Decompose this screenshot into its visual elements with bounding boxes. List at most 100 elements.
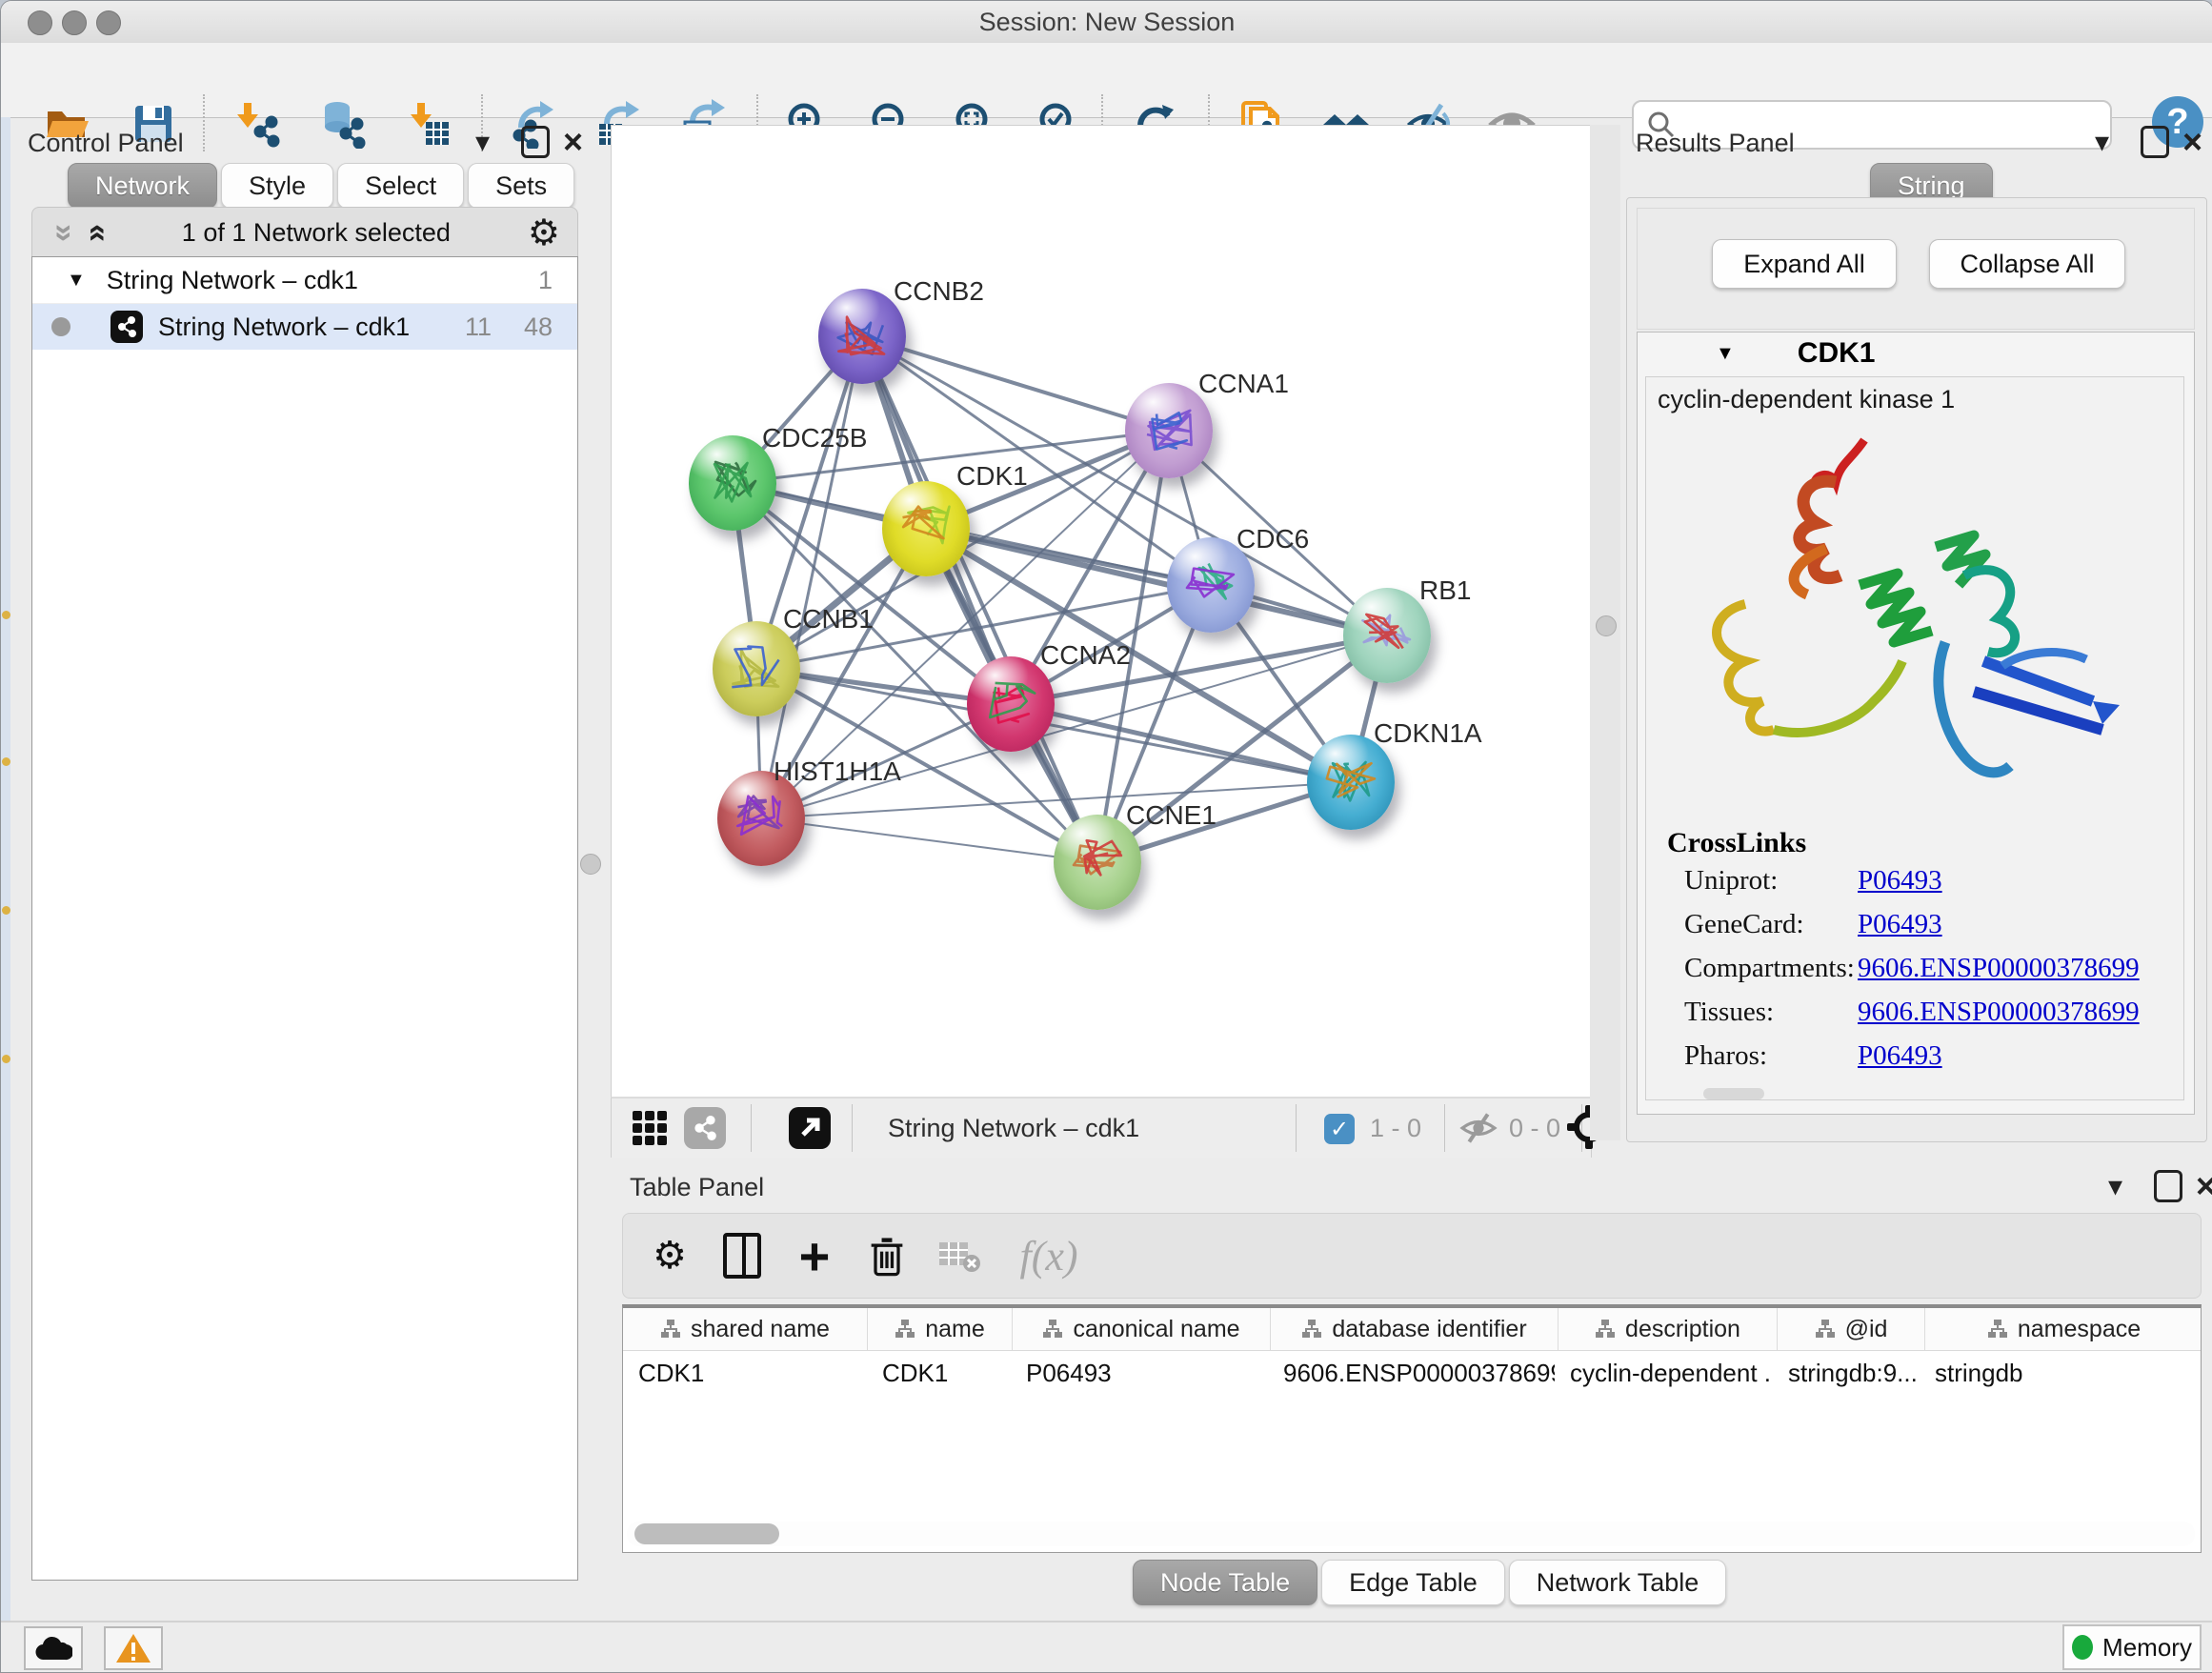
edge-CCNA2-CDKN1A[interactable]	[1011, 704, 1351, 782]
hscrollbar-thumb[interactable]	[634, 1523, 779, 1544]
open-in-new-window-button[interactable]	[789, 1107, 831, 1149]
tab-network[interactable]: Network	[68, 163, 217, 209]
column-header-name[interactable]: name	[868, 1308, 1013, 1350]
table-panel-title: Table Panel	[630, 1173, 764, 1202]
memory-button[interactable]: Memory	[2062, 1624, 2202, 1670]
network-share-button[interactable]	[684, 1107, 726, 1149]
sliver-dot	[2, 1055, 10, 1063]
network-node-CDK1[interactable]	[882, 481, 970, 576]
memory-label: Memory	[2102, 1633, 2192, 1663]
cloud-status-button[interactable]	[24, 1626, 83, 1670]
expand-all-button[interactable]: Expand All	[1712, 239, 1897, 289]
protein-structure-thumbnail	[713, 621, 800, 716]
node-table[interactable]: shared namenamecanonical namedatabase id…	[622, 1304, 2202, 1553]
network-collection-label: String Network – cdk1	[107, 266, 358, 295]
table-panel-float-button[interactable]	[2154, 1169, 2182, 1203]
table-cell[interactable]: CDK1	[623, 1351, 867, 1395]
collapse-all-button[interactable]: Collapse All	[1929, 239, 2125, 289]
table-panel-menu-button[interactable]: ▾	[2108, 1169, 2122, 1203]
share-icon	[684, 1107, 726, 1149]
column-header-label: @id	[1845, 1316, 1888, 1343]
grid-view-button[interactable]	[629, 1107, 671, 1149]
section-expander-icon[interactable]: ▼	[1716, 343, 1735, 365]
protein-structure-thumbnail	[1307, 735, 1395, 830]
protein-structure-thumbnail	[1343, 588, 1431, 683]
right-splitter-handle[interactable]	[1596, 615, 1617, 636]
results-panel-close-button[interactable]: ×	[2182, 125, 2202, 159]
crosslink-link[interactable]: P06493	[1858, 909, 1942, 953]
crosslink-link[interactable]: P06493	[1858, 1040, 1942, 1084]
tab-network-table[interactable]: Network Table	[1509, 1560, 1727, 1605]
crosslink-link[interactable]: P06493	[1858, 865, 1942, 909]
column-header-@id[interactable]: @id	[1778, 1308, 1925, 1350]
column-header-namespace[interactable]: namespace	[1925, 1308, 2202, 1350]
table-cell[interactable]: cyclin-dependent ...	[1555, 1351, 1773, 1395]
delete-table-button-disabled	[934, 1230, 985, 1281]
protein-section-header[interactable]: ▼ CDK1	[1638, 333, 2194, 374]
node-label-CCNE1: CCNE1	[1126, 800, 1217, 831]
results-panel-menu-button[interactable]: ▾	[2095, 125, 2109, 159]
columns-icon	[723, 1233, 761, 1279]
network-row-selected[interactable]: String Network – cdk1 11 48	[32, 304, 577, 350]
network-canvas[interactable]: CCNB2CCNA1CDC25BCDK1CDC6RB1CCNB1CCNA2CDK…	[611, 125, 1592, 1099]
network-options-gear-button[interactable]: ⚙	[528, 212, 560, 254]
column-header-description[interactable]: description	[1558, 1308, 1778, 1350]
protein-name: CDK1	[1798, 337, 1876, 370]
network-node-CCNB1[interactable]	[713, 621, 800, 716]
network-node-RB1[interactable]	[1343, 588, 1431, 683]
network-edges[interactable]	[612, 126, 1591, 1098]
crosslink-link[interactable]: 9606.ENSP00000378699	[1858, 953, 2140, 997]
current-network-dot	[51, 317, 70, 336]
table-cell[interactable]: 9606.ENSP00000378699	[1268, 1351, 1555, 1395]
table-panel-close-button[interactable]: ×	[2196, 1169, 2212, 1203]
table-tabs: Node TableEdge TableNetwork Table	[1133, 1560, 1730, 1605]
network-row-label: String Network – cdk1	[158, 312, 410, 342]
content-hscroll-thumb[interactable]	[1703, 1088, 1764, 1099]
edge-CCNE1-HIST1H1A[interactable]	[761, 818, 1097, 862]
table-cell[interactable]: stringdb	[1920, 1351, 2197, 1395]
edge-CCNB2-HIST1H1A[interactable]	[761, 336, 862, 818]
warning-status-button[interactable]	[104, 1626, 163, 1670]
delete-column-button[interactable]	[861, 1230, 913, 1281]
protein-description: cyclin-dependent kinase 1	[1658, 385, 1955, 414]
tab-style[interactable]: Style	[221, 163, 333, 209]
column-header-shared-name[interactable]: shared name	[623, 1308, 868, 1350]
node-label-CDK1: CDK1	[956, 461, 1028, 492]
table-cell[interactable]: P06493	[1011, 1351, 1268, 1395]
control-panel-menu-button[interactable]: ▾	[475, 125, 490, 159]
create-column-button[interactable]: +	[789, 1230, 840, 1281]
column-type-icon	[1987, 1319, 2008, 1340]
show-columns-button[interactable]	[716, 1230, 768, 1281]
crosslink-row: Uniprot:P06493	[1684, 865, 1942, 909]
node-label-CCNB1: CCNB1	[783, 604, 874, 635]
selected-checkbox[interactable]: ✓	[1324, 1114, 1355, 1144]
control-panel-close-button[interactable]: ×	[563, 125, 583, 159]
tab-sets[interactable]: Sets	[468, 163, 574, 209]
edge-CCNB2-CCNA1[interactable]	[862, 336, 1169, 431]
node-label-RB1: RB1	[1419, 575, 1471, 606]
footer-separator	[751, 1104, 752, 1152]
table-hscrollbar[interactable]	[627, 1522, 2195, 1546]
tab-select[interactable]: Select	[337, 163, 464, 209]
tab-edge-table[interactable]: Edge Table	[1321, 1560, 1505, 1605]
table-cell[interactable]: stringdb:9...	[1773, 1351, 1920, 1395]
hidden-elements-button[interactable]	[1458, 1107, 1499, 1149]
sliver-dot	[2, 757, 10, 766]
tree-expander-icon[interactable]: ▼	[67, 270, 86, 292]
network-collection-row[interactable]: ▼ String Network – cdk1 1	[32, 257, 577, 304]
table-cell[interactable]: CDK1	[867, 1351, 1011, 1395]
left-splitter-handle[interactable]	[580, 854, 601, 875]
protein-structure-thumbnail	[882, 481, 970, 576]
column-header-canonical-name[interactable]: canonical name	[1013, 1308, 1271, 1350]
network-node-CCNA2[interactable]	[967, 656, 1055, 752]
network-node-CDKN1A[interactable]	[1307, 735, 1395, 830]
desktop-sliver	[1, 117, 10, 1672]
expand-all-icon[interactable]: »	[77, 224, 114, 242]
table-options-gear-button[interactable]: ⚙	[644, 1230, 695, 1281]
table-row[interactable]: CDK1CDK1P064939606.ENSP00000378699cyclin…	[623, 1351, 2201, 1395]
tab-node-table[interactable]: Node Table	[1133, 1560, 1317, 1605]
results-panel-float-button[interactable]	[2141, 125, 2169, 159]
crosslink-link[interactable]: 9606.ENSP00000378699	[1858, 997, 2140, 1040]
control-panel-float-button[interactable]	[521, 125, 550, 159]
column-header-database-identifier[interactable]: database identifier	[1271, 1308, 1558, 1350]
